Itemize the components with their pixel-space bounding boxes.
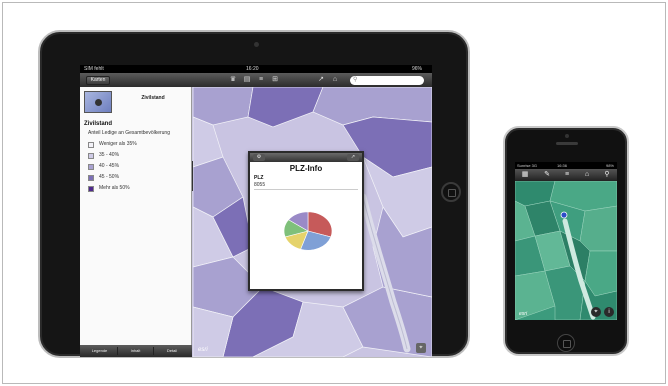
ipad-screen: SIM fehlt 16:20 96% Karten ♛ ▤ ≡ ⊞ ↗ ⌂ ⚲… bbox=[80, 65, 432, 357]
legend-swatch bbox=[88, 164, 94, 170]
popup-divider bbox=[254, 189, 358, 190]
pie-chart bbox=[283, 211, 333, 251]
tab-inhalt[interactable]: Inhalt bbox=[118, 347, 154, 355]
plz-value: 8055 bbox=[254, 182, 266, 188]
legend-swatch bbox=[88, 153, 94, 159]
legend-list: Weniger als 35% 35 - 40% 40 - 45% 45 - 50% M… bbox=[88, 140, 188, 195]
legend-subtitle: Anteil Ledige an Gesamtbevölkerung bbox=[88, 130, 170, 136]
layers-icon[interactable]: ≡ bbox=[561, 170, 573, 180]
book-icon[interactable]: ⌂ bbox=[330, 76, 340, 84]
legend-label: 45 - 50% bbox=[99, 174, 120, 180]
locate-icon[interactable]: ⌖ bbox=[416, 343, 426, 353]
map-thumbnail[interactable] bbox=[84, 91, 112, 113]
info-icon[interactable]: i bbox=[604, 307, 614, 317]
legend-title: Zivilstand bbox=[84, 121, 113, 127]
legend-item: 45 - 50% bbox=[88, 173, 188, 184]
map-attribution: esri bbox=[198, 347, 208, 353]
iphone-home-button[interactable] bbox=[557, 334, 575, 352]
legend-swatch bbox=[88, 186, 94, 192]
popup-title: PLZ-Info bbox=[289, 164, 323, 173]
search-icon[interactable]: ⚲ bbox=[601, 170, 613, 180]
iphone-device: Sunrise 3G 16:36 98% ▦ ✎ ≡ ⌂ ⚲ esri ⌖ i bbox=[503, 126, 629, 356]
tab-legende[interactable]: Legende bbox=[82, 347, 118, 355]
popup-settings-icon[interactable]: ⚙ bbox=[253, 154, 265, 161]
legend-label: Mehr als 50% bbox=[99, 185, 130, 191]
maps-icon[interactable]: ▦ bbox=[519, 170, 531, 180]
battery-label: 96% bbox=[411, 66, 422, 72]
stack-icon[interactable]: ≡ bbox=[256, 76, 266, 84]
plz-key: PLZ bbox=[254, 175, 264, 181]
iphone-toolbar: ▦ ✎ ≡ ⌂ ⚲ bbox=[515, 169, 617, 181]
legend-panel: Zivilstand Zivilstand Anteil Ledige an G… bbox=[80, 87, 192, 357]
legend-item: Mehr als 50% bbox=[88, 184, 188, 195]
legend-label: 35 - 40% bbox=[99, 152, 120, 158]
legend-item: Weniger als 35% bbox=[88, 140, 188, 151]
panel-heading: Zivilstand bbox=[141, 95, 165, 101]
legend-swatch bbox=[88, 142, 94, 148]
ipad-camera bbox=[254, 42, 259, 47]
iphone-map[interactable] bbox=[515, 181, 617, 320]
share-icon[interactable]: ↗ bbox=[316, 76, 326, 84]
iphone-speaker bbox=[556, 142, 578, 145]
layers-icon[interactable]: ▤ bbox=[242, 76, 252, 84]
iphone-map-attribution: esri bbox=[519, 311, 528, 317]
iphone-camera bbox=[565, 134, 569, 138]
legend-label: 40 - 45% bbox=[99, 163, 120, 169]
popup-share-icon[interactable]: ↗ bbox=[347, 154, 359, 161]
ipad-nav-bar: Karten ♛ ▤ ≡ ⊞ ↗ ⌂ ⚲ bbox=[80, 73, 432, 87]
iphone-carrier: Sunrise 3G bbox=[517, 163, 538, 168]
iphone-clock: 16:36 bbox=[557, 163, 568, 168]
ipad-status-bar: SIM fehlt 16:20 96% bbox=[80, 65, 432, 73]
grid-icon[interactable]: ⊞ bbox=[270, 76, 280, 84]
locate-icon[interactable]: ⌖ bbox=[591, 307, 601, 317]
iphone-status-bar: Sunrise 3G 16:36 98% bbox=[515, 162, 617, 169]
panel-tab-bar: Legende Inhalt Detail bbox=[80, 345, 192, 357]
ipad-device: SIM fehlt 16:20 96% Karten ♛ ▤ ≡ ⊞ ↗ ⌂ ⚲… bbox=[38, 30, 470, 358]
back-button[interactable]: Karten bbox=[86, 76, 110, 85]
clock-label: 16:20 bbox=[246, 66, 259, 72]
legend-label: Weniger als 35% bbox=[99, 141, 137, 147]
plz-info-popup: ⚙ ↗ PLZ-Info PLZ 8055 bbox=[248, 151, 364, 291]
iphone-screen: Sunrise 3G 16:36 98% ▦ ✎ ≡ ⌂ ⚲ esri ⌖ i bbox=[515, 162, 617, 320]
legend-item: 40 - 45% bbox=[88, 162, 188, 173]
ipad-home-button[interactable] bbox=[441, 182, 461, 202]
book-icon[interactable]: ⌂ bbox=[581, 170, 593, 180]
carrier-label: SIM fehlt bbox=[84, 66, 104, 72]
tab-detail[interactable]: Detail bbox=[154, 347, 190, 355]
legend-swatch bbox=[88, 175, 94, 181]
search-icon: ⚲ bbox=[353, 77, 358, 83]
search-field[interactable]: ⚲ bbox=[350, 76, 424, 85]
wrench-icon[interactable]: ✎ bbox=[541, 170, 553, 180]
crown-icon[interactable]: ♛ bbox=[228, 76, 238, 84]
iphone-battery: 98% bbox=[605, 163, 614, 168]
legend-item: 35 - 40% bbox=[88, 151, 188, 162]
popup-toolbar: ⚙ ↗ bbox=[250, 153, 362, 162]
